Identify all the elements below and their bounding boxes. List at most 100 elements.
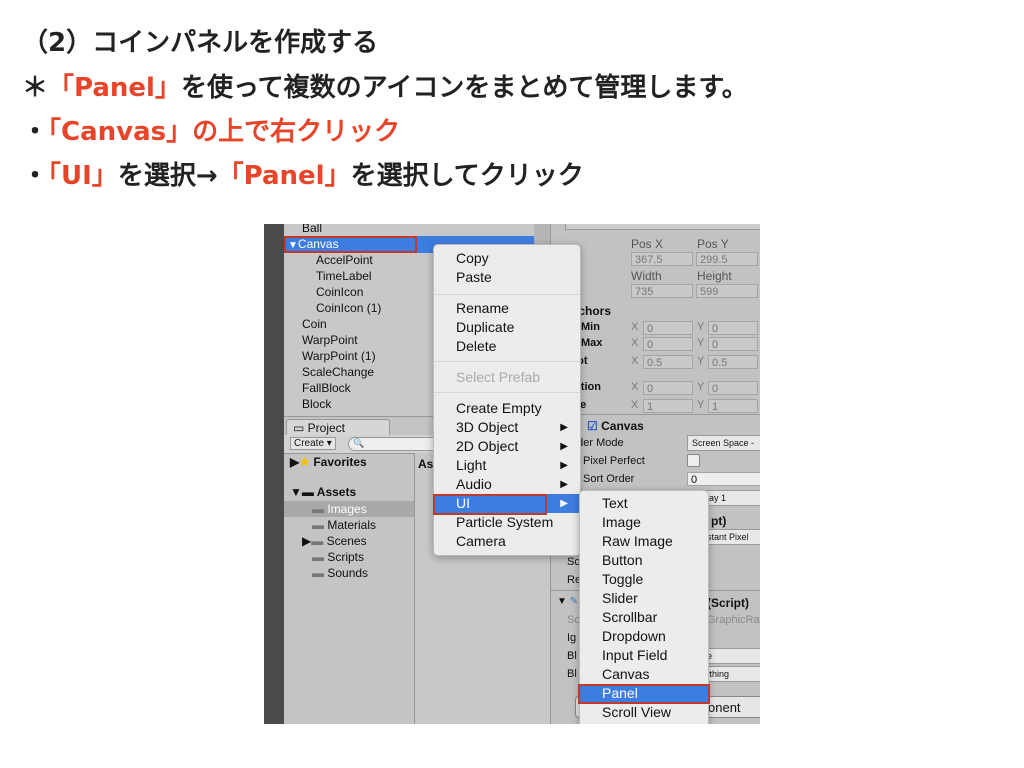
posx-label: Pos X xyxy=(631,237,664,251)
min-x-field[interactable]: 0 xyxy=(643,321,693,335)
menu-item-label: Audio xyxy=(456,476,492,492)
menu-item-label: Dropdown xyxy=(602,628,666,644)
folder-item[interactable]: ▶▬ Scenes xyxy=(302,534,367,548)
hierarchy-item-label: Block xyxy=(302,397,332,411)
rotation-x-field[interactable]: 0 xyxy=(643,381,693,395)
scale-x-field[interactable]: 1 xyxy=(643,399,693,413)
menu-item-2d-object[interactable]: 2D Object ▶ xyxy=(434,437,580,456)
menu-item-label: Raw Image xyxy=(602,533,673,549)
menu-item-audio[interactable]: Audio ▶ xyxy=(434,475,580,494)
hierarchy-item[interactable]: Block xyxy=(302,397,331,411)
hierarchy-item[interactable]: WarpPoint (1) xyxy=(302,349,376,363)
submenu-item-dropdown[interactable]: Dropdown xyxy=(580,627,708,646)
x-label: X xyxy=(631,321,639,333)
render-mode-dropdown[interactable]: Screen Space - xyxy=(687,435,760,451)
menu-item-duplicate[interactable]: Duplicate xyxy=(434,318,580,337)
posy-label: Pos Y xyxy=(697,237,729,251)
favorites-label: Favorites xyxy=(313,455,367,469)
favorites-item[interactable]: ▶★ Favorites xyxy=(290,455,367,469)
max-y-field[interactable]: 0 xyxy=(708,337,758,351)
bullet: ・ xyxy=(22,117,49,147)
menu-item-paste[interactable]: Paste xyxy=(434,268,580,287)
y-label: Y xyxy=(697,337,705,349)
menu-item-label: 2D Object xyxy=(456,438,519,454)
max-x-field[interactable]: 0 xyxy=(643,337,693,351)
menu-item-label: Light xyxy=(456,457,487,473)
hierarchy-item[interactable]: AccelPoint xyxy=(316,253,373,267)
script-field[interactable]: GraphicRay xyxy=(707,614,760,626)
submenu-item-toggle[interactable]: Toggle xyxy=(580,570,708,589)
target-display-dropdown[interactable]: play 1 xyxy=(701,490,760,506)
folder-label: Scripts xyxy=(327,550,365,564)
sort-order-field[interactable]: 0 xyxy=(687,472,760,486)
canvas-highlight-box xyxy=(284,236,417,253)
hierarchy-item[interactable]: CoinIcon (1) xyxy=(316,301,381,315)
name-field[interactable] xyxy=(565,224,760,230)
pixel-perfect-checkbox[interactable] xyxy=(687,454,700,467)
blocking-mask-label: Bl xyxy=(567,668,577,680)
canvas-component[interactable]: ☑ Canvas xyxy=(587,419,644,433)
submenu-item-button[interactable]: Button xyxy=(580,551,708,570)
hierarchy-item[interactable]: Coin xyxy=(302,317,327,331)
hierarchy-item[interactable]: FallBlock xyxy=(302,381,351,395)
pivot-y-field[interactable]: 0.5 xyxy=(708,355,758,369)
submenu-item-raw-image[interactable]: Raw Image xyxy=(580,532,708,551)
submenu-item-scrollbar[interactable]: Scrollbar xyxy=(580,608,708,627)
scale-mode-dropdown[interactable]: nstant Pixel xyxy=(701,529,760,545)
tab-project[interactable]: ▭ Project xyxy=(286,419,390,436)
menu-item-delete[interactable]: Delete xyxy=(434,337,580,356)
hierarchy-item-label: WarpPoint (1) xyxy=(302,349,376,363)
hierarchy-item[interactable]: Ball xyxy=(302,224,322,235)
folder-label: Scenes xyxy=(326,534,367,548)
pivot-x-field[interactable]: 0.5 xyxy=(643,355,693,369)
submenu-arrow-icon: ▶ xyxy=(560,422,568,433)
menu-item-create-empty[interactable]: Create Empty xyxy=(434,399,580,418)
menu-separator xyxy=(434,294,580,295)
hierarchy-item[interactable]: CoinIcon xyxy=(316,285,363,299)
submenu-item-slider[interactable]: Slider xyxy=(580,589,708,608)
folder-item[interactable]: ▬ Scripts xyxy=(312,550,364,564)
folder-item[interactable]: ▬ Images xyxy=(312,502,367,516)
submenu-item-image[interactable]: Image xyxy=(580,513,708,532)
folder-item[interactable]: ▬ Sounds xyxy=(312,566,368,580)
script-label: Sc xyxy=(567,614,580,626)
menu-item-camera[interactable]: Camera xyxy=(434,532,580,551)
y-label: Y xyxy=(697,355,705,367)
submenu-item-scroll-view[interactable]: Scroll View xyxy=(580,703,708,722)
raycaster-component[interactable]: ▼ ✎ xyxy=(557,596,578,607)
create-button[interactable]: Create ▾ xyxy=(290,437,336,450)
submenu-item-input-field[interactable]: Input Field xyxy=(580,646,708,665)
folder-label: Images xyxy=(327,502,367,516)
height-field[interactable]: 599 xyxy=(696,284,758,298)
menu-item-copy[interactable]: Copy xyxy=(434,249,580,268)
hierarchy-item[interactable]: TimeLabel xyxy=(316,269,372,283)
raycaster-title: (Script) xyxy=(707,596,749,610)
posy-field[interactable]: 299.5 xyxy=(696,252,758,266)
min-label: Min xyxy=(581,321,600,333)
submenu-item-text[interactable]: Text xyxy=(580,494,708,513)
scale-y-field[interactable]: 1 xyxy=(708,399,758,413)
max-label: Max xyxy=(581,337,603,349)
rotation-y-field[interactable]: 0 xyxy=(708,381,758,395)
width-field[interactable]: 735 xyxy=(631,284,693,298)
menu-item-label: Image xyxy=(602,514,641,530)
menu-item-rename[interactable]: Rename xyxy=(434,299,580,318)
hierarchy-item-label: TimeLabel xyxy=(316,269,372,283)
assets-item[interactable]: ▼▬ Assets xyxy=(290,485,356,499)
submenu-item-canvas[interactable]: Canvas xyxy=(580,665,708,684)
blocking-mask-dropdown[interactable]: rything xyxy=(701,666,760,682)
menu-item-particle-system[interactable]: Particle System xyxy=(434,513,580,532)
slide-line-2: ＊「Panel」を使って複数のアイコンをまとめて管理します。 xyxy=(22,67,748,104)
posx-field[interactable]: 367.5 xyxy=(631,252,693,266)
menu-item-3d-object[interactable]: 3D Object ▶ xyxy=(434,418,580,437)
min-y-field[interactable]: 0 xyxy=(708,321,758,335)
submenu-arrow-icon: ▶ xyxy=(560,498,568,509)
expand-arrow-icon[interactable]: ▶ xyxy=(302,534,311,548)
hierarchy-item-label: Ball xyxy=(302,224,323,235)
hierarchy-item[interactable]: ScaleChange xyxy=(302,365,374,379)
blocking-objects-dropdown[interactable]: ne xyxy=(701,648,760,664)
folder-item[interactable]: ▬ Materials xyxy=(312,518,376,532)
hierarchy-item[interactable]: WarpPoint xyxy=(302,333,358,347)
menu-item-label: Copy xyxy=(456,250,489,266)
menu-item-light[interactable]: Light ▶ xyxy=(434,456,580,475)
